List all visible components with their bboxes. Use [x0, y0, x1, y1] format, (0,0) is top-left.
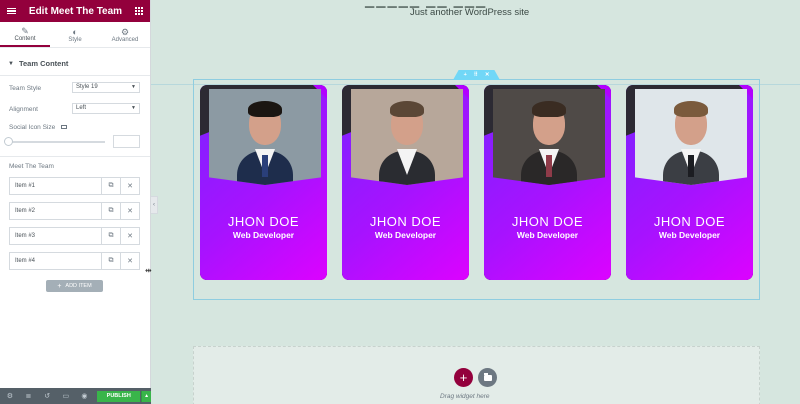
photo-hair: [532, 101, 566, 117]
alignment-select[interactable]: Left ▼: [72, 103, 140, 114]
settings-icon[interactable]: ⚙: [3, 388, 17, 404]
photo-hair: [390, 101, 424, 117]
team-style-select[interactable]: Style 19 ▼: [72, 82, 140, 93]
social-icon-size-control: Social Icon Size: [9, 124, 68, 131]
photo-tie: [262, 155, 268, 177]
slider-handle[interactable]: [4, 137, 13, 146]
chevron-down-icon: ▼: [131, 84, 136, 90]
repeater-item-label: Item #3: [15, 233, 36, 239]
folder-icon: [483, 372, 492, 381]
drag-widget-hint: Drag widget here: [440, 393, 490, 400]
team-member-photo: [209, 89, 321, 185]
history-icon[interactable]: ↺: [40, 388, 54, 404]
social-icon-size-input[interactable]: [113, 135, 140, 148]
tab-content-label: Content: [14, 35, 36, 42]
delete-section-icon[interactable]: ✕: [485, 72, 490, 78]
repeater-item[interactable]: Item #2 ⧉ ✕: [9, 202, 140, 220]
plus-icon: +: [57, 282, 62, 290]
team-style-label: Team Style: [9, 85, 42, 92]
half-circle-icon: ◐: [72, 26, 78, 37]
team-card[interactable]: JHON DOE Web Developer: [484, 85, 611, 280]
repeater-item-label: Item #2: [15, 208, 36, 214]
editor-panel: Edit Meet The Team ✎ Content ◐ Style ⚙ A…: [0, 0, 151, 404]
member-role: Web Developer: [658, 230, 721, 240]
pencil-icon: ✎: [21, 25, 29, 36]
section-toggle-team-content[interactable]: ▼ Team Content: [0, 52, 150, 76]
duplicate-icon[interactable]: ⧉: [101, 228, 120, 244]
repeater-item[interactable]: Item #1 ⧉ ✕: [9, 177, 140, 195]
duplicate-icon[interactable]: ⧉: [101, 178, 120, 194]
duplicate-icon[interactable]: ⧉: [101, 253, 120, 269]
publish-button[interactable]: PUBLISH: [97, 390, 141, 402]
close-icon[interactable]: ✕: [120, 178, 139, 194]
repeater-item[interactable]: Item #4 ⧉ ✕: [9, 252, 140, 270]
widgets-grid-icon[interactable]: [134, 7, 143, 15]
preview-eye-icon[interactable]: ◉: [78, 388, 92, 404]
member-name: JHON DOE: [369, 214, 442, 229]
member-name: JHON DOE: [511, 214, 584, 229]
tab-style-label: Style: [68, 36, 82, 43]
tab-content[interactable]: ✎ Content: [0, 22, 50, 47]
template-library-button[interactable]: [478, 368, 497, 387]
photo-hair: [248, 101, 282, 117]
divider: [0, 156, 150, 157]
drag-handle-icon[interactable]: ⠿: [474, 72, 478, 78]
collapse-panel-chevron-icon[interactable]: ‹: [151, 196, 158, 214]
resize-cursor-icon: ⇹: [145, 266, 152, 275]
close-icon[interactable]: ✕: [120, 228, 139, 244]
photo-tie: [546, 155, 552, 177]
panel-footer: ⚙ ≣ ↺ ▭ ◉ PUBLISH ▲: [0, 388, 151, 404]
repeater-item-label: Item #1: [15, 183, 36, 189]
caret-down-icon: ▼: [8, 60, 14, 67]
tab-advanced-label: Advanced: [111, 36, 139, 43]
photo-hair: [674, 101, 708, 117]
team-style-value: Style 19: [76, 84, 98, 90]
panel-header: Edit Meet The Team: [0, 0, 150, 22]
panel-title: Edit Meet The Team: [28, 5, 123, 17]
member-role: Web Developer: [232, 230, 295, 240]
tab-style[interactable]: ◐ Style: [50, 22, 100, 47]
section-handle[interactable]: + ⠿ ✕: [453, 70, 500, 80]
publish-options-caret-icon[interactable]: ▲: [141, 390, 151, 402]
menu-icon[interactable]: [7, 7, 16, 15]
member-name: JHON DOE: [227, 214, 300, 229]
social-icon-size-label: Social Icon Size: [9, 124, 56, 131]
close-icon[interactable]: ✕: [120, 253, 139, 269]
repeater-label: Meet The Team: [9, 163, 54, 170]
alignment-label: Alignment: [9, 106, 38, 113]
navigator-icon[interactable]: ≣: [22, 388, 36, 404]
repeater-item-label: Item #4: [15, 258, 36, 264]
add-section-plus-icon[interactable]: +: [454, 368, 473, 387]
team-member-photo: [351, 89, 463, 185]
member-name: JHON DOE: [653, 214, 726, 229]
duplicate-icon[interactable]: ⧉: [101, 203, 120, 219]
close-icon[interactable]: ✕: [120, 203, 139, 219]
monitor-icon[interactable]: [61, 125, 68, 130]
photo-tie: [688, 155, 694, 177]
team-card[interactable]: JHON DOE Web Developer: [342, 85, 469, 280]
tab-advanced[interactable]: ⚙ Advanced: [100, 22, 150, 47]
add-item-button[interactable]: + ADD ITEM: [46, 280, 103, 292]
team-member-photo: [635, 89, 747, 185]
panel-tabs: ✎ Content ◐ Style ⚙ Advanced: [0, 22, 150, 48]
responsive-icon[interactable]: ▭: [59, 388, 73, 404]
site-tagline: Just another WordPress site: [410, 7, 530, 18]
member-role: Web Developer: [374, 230, 437, 240]
social-icon-size-slider[interactable]: [9, 141, 105, 143]
team-card[interactable]: JHON DOE Web Developer: [200, 85, 327, 280]
member-role: Web Developer: [516, 230, 579, 240]
add-item-label: ADD ITEM: [65, 283, 92, 289]
chevron-down-icon: ▼: [131, 105, 136, 111]
team-card[interactable]: JHON DOE Web Developer: [626, 85, 753, 280]
alignment-value: Left: [76, 105, 87, 111]
section-title: Team Content: [18, 59, 69, 68]
add-section-icon[interactable]: +: [464, 72, 467, 78]
repeater-item[interactable]: Item #3 ⧉ ✕: [9, 227, 140, 245]
team-member-photo: [493, 89, 605, 185]
gear-icon: ⚙: [120, 26, 130, 37]
